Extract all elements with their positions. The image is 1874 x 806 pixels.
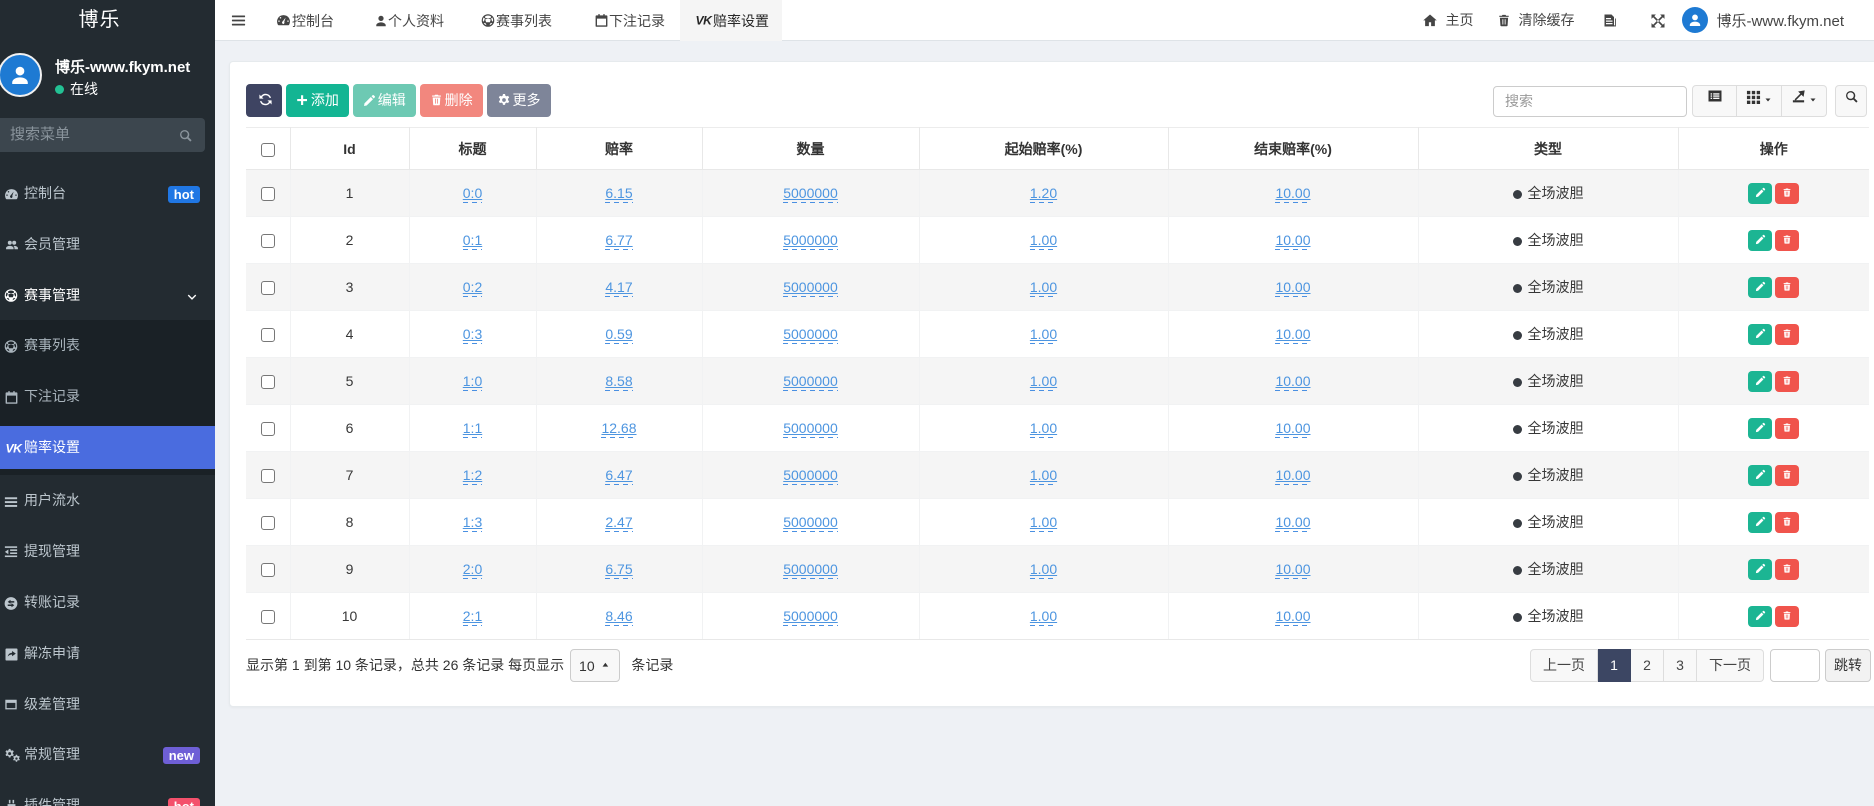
svg-text:VK: VK	[6, 442, 24, 456]
svg-text:VK: VK	[696, 14, 714, 28]
